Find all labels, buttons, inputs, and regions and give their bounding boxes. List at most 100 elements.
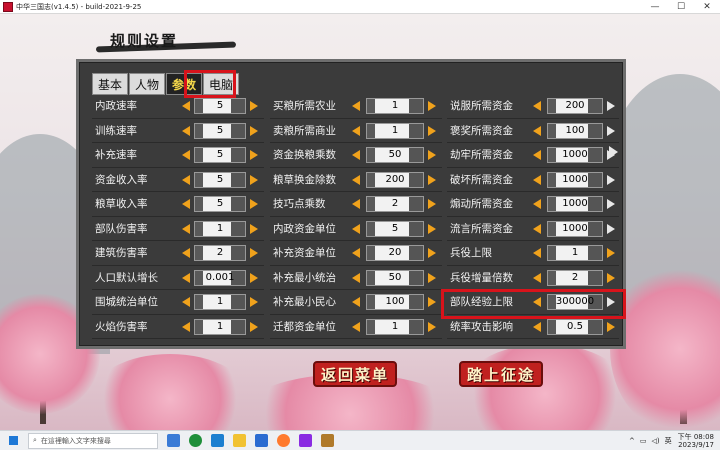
slider-grip[interactable] (195, 221, 203, 236)
slider-grip[interactable] (195, 123, 203, 138)
decrease-arrow-icon[interactable] (352, 272, 360, 283)
ime-indicator[interactable]: 英 (665, 436, 672, 446)
scroll-right-arrow-icon[interactable] (609, 146, 618, 158)
increase-arrow-icon[interactable] (607, 101, 615, 111)
start-button[interactable] (4, 432, 22, 450)
slider-grip[interactable] (367, 246, 375, 260)
slider-grip[interactable] (548, 172, 556, 187)
slider-grip[interactable] (548, 270, 556, 285)
decrease-arrow-icon[interactable] (533, 174, 541, 185)
slider-grip[interactable] (367, 295, 375, 309)
decrease-arrow-icon[interactable] (182, 101, 190, 111)
increase-arrow-icon[interactable] (428, 174, 436, 185)
taskbar-clock[interactable]: 下午 08:08 2023/9/17 (678, 433, 714, 449)
increase-arrow-icon[interactable] (250, 150, 258, 160)
slider-grip[interactable] (367, 197, 375, 211)
decrease-arrow-icon[interactable] (182, 174, 190, 185)
minimize-button[interactable]: — (642, 0, 668, 14)
decrease-arrow-icon[interactable] (182, 248, 190, 258)
slider-grip[interactable] (195, 295, 203, 309)
close-button[interactable]: ✕ (694, 0, 720, 14)
decrease-arrow-icon[interactable] (182, 321, 190, 332)
increase-arrow-icon[interactable] (250, 248, 258, 258)
increase-arrow-icon[interactable] (428, 125, 436, 136)
slider-grip[interactable] (548, 148, 556, 162)
slider-grip[interactable] (195, 99, 203, 113)
slider-grip[interactable] (548, 246, 556, 260)
slider-grip[interactable] (367, 123, 375, 138)
decrease-arrow-icon[interactable] (352, 125, 360, 136)
decrease-arrow-icon[interactable] (533, 199, 541, 209)
decrease-arrow-icon[interactable] (533, 125, 541, 136)
slider-grip[interactable] (548, 197, 556, 211)
decrease-arrow-icon[interactable] (352, 199, 360, 209)
decrease-arrow-icon[interactable] (352, 150, 360, 160)
window-title-bar[interactable]: 中华三国志(v1.4.5) - build-2021-9-25 — ☐ ✕ (0, 0, 720, 14)
slider-grip[interactable] (548, 99, 556, 113)
tab-basic[interactable]: 基本 (92, 73, 129, 95)
increase-arrow-icon[interactable] (607, 223, 615, 234)
slider-grip[interactable] (195, 246, 203, 260)
slider-grip[interactable] (548, 123, 556, 138)
increase-arrow-icon[interactable] (250, 199, 258, 209)
start-journey-button[interactable]: 踏上征途 (459, 361, 544, 387)
increase-arrow-icon[interactable] (250, 223, 258, 234)
slider-grip[interactable] (195, 172, 203, 187)
decrease-arrow-icon[interactable] (182, 150, 190, 160)
increase-arrow-icon[interactable] (428, 297, 436, 307)
decrease-arrow-icon[interactable] (352, 321, 360, 332)
decrease-arrow-icon[interactable] (533, 101, 541, 111)
tab-characters[interactable]: 人物 (129, 73, 166, 95)
edge-browser-icon[interactable] (211, 434, 224, 447)
increase-arrow-icon[interactable] (250, 101, 258, 111)
decrease-arrow-icon[interactable] (352, 223, 360, 234)
decrease-arrow-icon[interactable] (182, 272, 190, 283)
increase-arrow-icon[interactable] (428, 101, 436, 111)
chrome-browser-icon[interactable] (189, 434, 202, 447)
decrease-arrow-icon[interactable] (182, 297, 190, 307)
game-taskbar-icon[interactable] (321, 434, 334, 447)
increase-arrow-icon[interactable] (428, 150, 436, 160)
slider-grip[interactable] (367, 148, 375, 162)
decrease-arrow-icon[interactable] (352, 297, 360, 307)
increase-arrow-icon[interactable] (607, 321, 615, 332)
increase-arrow-icon[interactable] (607, 125, 615, 136)
decrease-arrow-icon[interactable] (182, 125, 190, 136)
increase-arrow-icon[interactable] (607, 199, 615, 209)
increase-arrow-icon[interactable] (428, 321, 436, 332)
increase-arrow-icon[interactable] (428, 272, 436, 283)
file-explorer-icon[interactable] (233, 434, 246, 447)
decrease-arrow-icon[interactable] (533, 272, 541, 283)
slider-grip[interactable] (548, 221, 556, 236)
decrease-arrow-icon[interactable] (352, 101, 360, 111)
increase-arrow-icon[interactable] (250, 297, 258, 307)
slider-grip[interactable] (367, 172, 375, 187)
task-view-icon[interactable] (167, 434, 180, 447)
decrease-arrow-icon[interactable] (533, 150, 541, 160)
slider-grip[interactable] (367, 319, 375, 334)
app-icon[interactable] (299, 434, 312, 447)
slider-grip[interactable] (367, 221, 375, 236)
decrease-arrow-icon[interactable] (533, 248, 541, 258)
increase-arrow-icon[interactable] (250, 321, 258, 332)
chevron-up-icon[interactable]: ^ (629, 437, 635, 445)
slider-grip[interactable] (195, 319, 203, 334)
store-icon[interactable] (255, 434, 268, 447)
increase-arrow-icon[interactable] (607, 174, 615, 185)
decrease-arrow-icon[interactable] (533, 223, 541, 234)
decrease-arrow-icon[interactable] (352, 174, 360, 185)
decrease-arrow-icon[interactable] (182, 223, 190, 234)
slider-grip[interactable] (367, 99, 375, 113)
increase-arrow-icon[interactable] (250, 174, 258, 185)
firefox-icon[interactable] (277, 434, 290, 447)
slider-grip[interactable] (548, 319, 556, 334)
decrease-arrow-icon[interactable] (352, 248, 360, 258)
slider-grip[interactable] (195, 148, 203, 162)
maximize-button[interactable]: ☐ (668, 0, 694, 14)
slider-grip[interactable] (195, 197, 203, 211)
increase-arrow-icon[interactable] (428, 223, 436, 234)
increase-arrow-icon[interactable] (607, 272, 615, 283)
taskbar-search-input[interactable]: ⌕ 在這裡輸入文字來搜尋 (28, 432, 158, 449)
slider-grip[interactable] (195, 270, 203, 285)
increase-arrow-icon[interactable] (428, 248, 436, 258)
